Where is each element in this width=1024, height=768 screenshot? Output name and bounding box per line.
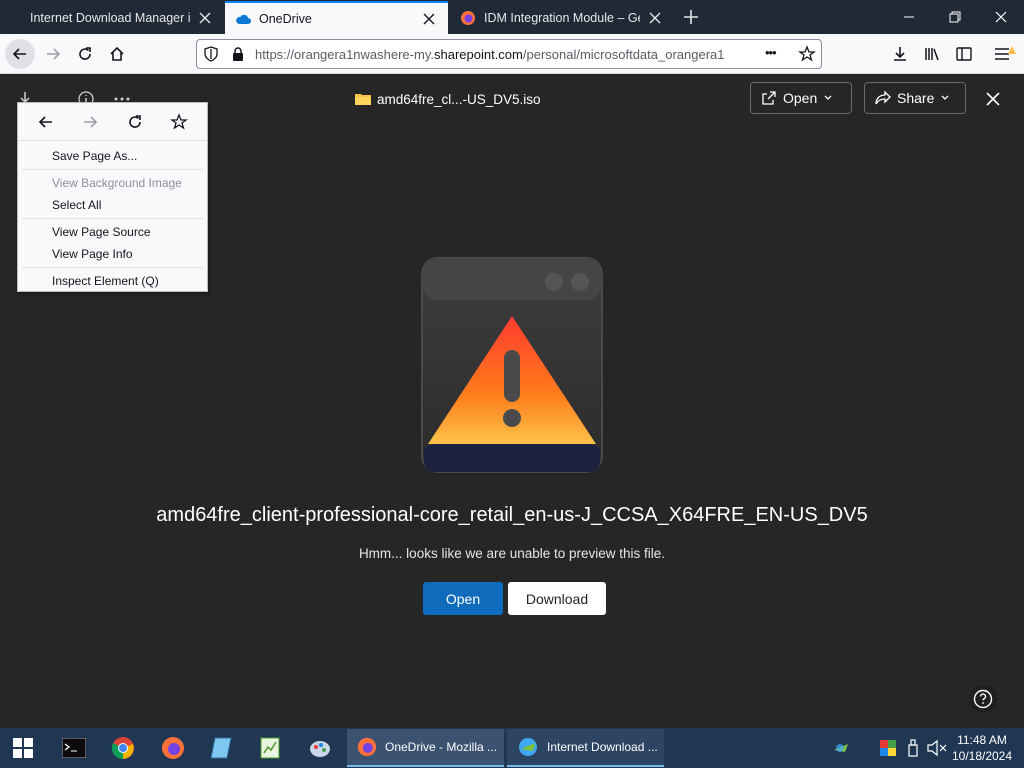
file-name: amd64fre_cl...-US_DV5.iso	[377, 92, 541, 107]
taskbar: OneDrive - Mozilla ... Internet Download…	[0, 728, 1024, 768]
taskbar-firefox-window[interactable]: OneDrive - Mozilla ...	[347, 729, 504, 767]
error-message: Hmm... looks like we are unable to previ…	[358, 546, 666, 561]
new-tab-plus-icon[interactable]	[680, 6, 702, 28]
library-icon[interactable]	[917, 39, 947, 69]
terminal-icon[interactable]	[59, 733, 89, 763]
tab-strip: Internet Download Manager is OneDrive ID…	[0, 0, 1024, 34]
page-icon	[10, 10, 20, 26]
tab-idm-site[interactable]: Internet Download Manager is	[0, 1, 224, 34]
address-bar[interactable]: https://orangera1nwashere-my.sharepoint.…	[196, 39, 822, 69]
open-dropdown-button[interactable]: Open	[750, 82, 852, 114]
lock-icon[interactable]	[231, 46, 245, 62]
menu-separator	[22, 169, 203, 170]
ctx-view-page-source[interactable]: View Page Source	[18, 221, 207, 243]
notebook-app-icon[interactable]	[207, 733, 237, 763]
idm-icon	[519, 738, 537, 756]
close-tab-icon[interactable]	[420, 10, 438, 28]
menu-hamburger-icon[interactable]	[990, 39, 1020, 69]
taskbar-task-label: OneDrive - Mozilla ...	[385, 740, 498, 754]
close-viewer-icon[interactable]	[983, 89, 1003, 109]
chevron-down-icon	[824, 95, 832, 100]
sidebar-icon[interactable]	[949, 39, 979, 69]
paint-app-icon[interactable]	[305, 733, 335, 763]
page-actions-ellipsis-icon[interactable]: •••	[765, 45, 777, 60]
ctx-save-page-as[interactable]: Save Page As...	[18, 145, 207, 167]
ctx-back-icon[interactable]	[24, 107, 68, 137]
context-menu: Save Page As... View Background Image Se…	[17, 102, 208, 292]
home-button[interactable]	[102, 39, 132, 69]
taskbar-idm-window[interactable]: Internet Download ...	[507, 729, 664, 767]
spreadsheet-app-icon[interactable]	[255, 733, 285, 763]
reload-button[interactable]	[70, 39, 100, 69]
share-icon	[875, 90, 891, 105]
download-file-button[interactable]: Download	[508, 582, 606, 615]
url-text[interactable]: https://orangera1nwashere-my.sharepoint.…	[255, 47, 755, 62]
share-label: Share	[897, 90, 935, 106]
onedrive-cloud-icon	[235, 11, 251, 27]
tab-title: IDM Integration Module – Get	[484, 10, 640, 25]
preview-error-illustration	[420, 254, 604, 476]
url-path: /personal/microsoftdata_orangera1	[522, 47, 725, 62]
clock-time: 11:48 AM	[957, 733, 1007, 747]
navigation-toolbar: https://orangera1nwashere-my.sharepoint.…	[0, 34, 1024, 74]
error-file-title: amd64fre_client-professional-core_retail…	[156, 504, 868, 526]
open-label: Open	[783, 90, 818, 106]
close-window-icon[interactable]	[978, 0, 1024, 34]
taskbar-task-label: Internet Download ...	[547, 740, 658, 754]
ctx-bookmark-star-icon[interactable]	[157, 107, 201, 137]
firefox-icon[interactable]	[158, 733, 188, 763]
minimize-icon[interactable]	[886, 0, 932, 34]
back-button[interactable]	[5, 39, 35, 69]
url-subdomain: orangera1nwashere-my.	[294, 47, 434, 62]
close-tab-icon[interactable]	[646, 9, 664, 27]
ctx-inspect-element[interactable]: Inspect Element (Q)	[18, 270, 207, 292]
restore-icon[interactable]	[932, 0, 978, 34]
ctx-view-background-image: View Background Image	[52, 176, 182, 190]
url-scheme: https://	[255, 47, 295, 62]
chrome-icon[interactable]	[108, 733, 138, 763]
tracking-shield-icon[interactable]	[203, 46, 219, 62]
chevron-down-icon	[941, 95, 949, 100]
tab-idm-module[interactable]: IDM Integration Module – Get	[450, 1, 674, 34]
context-menu-nav	[18, 103, 207, 141]
open-external-icon	[762, 91, 776, 105]
forward-button[interactable]	[38, 39, 68, 69]
file-type-icon	[355, 92, 371, 106]
open-file-button[interactable]: Open	[423, 582, 503, 615]
downloads-icon[interactable]	[885, 39, 915, 69]
menu-separator	[22, 267, 203, 268]
firefox-icon	[460, 10, 476, 26]
firefox-icon	[357, 737, 377, 757]
clock-date: 10/18/2024	[951, 749, 1013, 763]
share-dropdown-button[interactable]: Share	[864, 82, 966, 114]
tab-title: OneDrive	[259, 11, 312, 26]
tab-onedrive[interactable]: OneDrive	[225, 1, 448, 34]
menu-separator	[22, 218, 203, 219]
tab-title: Internet Download Manager is	[30, 10, 190, 25]
ctx-reload-icon[interactable]	[113, 107, 157, 137]
bookmark-star-icon[interactable]	[798, 45, 816, 63]
idm-tray-icon[interactable]	[826, 733, 856, 763]
ctx-forward-icon[interactable]	[68, 107, 112, 137]
ctx-view-page-info[interactable]: View Page Info	[18, 243, 207, 265]
help-icon[interactable]	[968, 684, 998, 714]
ctx-select-all[interactable]: Select All	[18, 194, 207, 216]
volume-muted-icon[interactable]	[922, 733, 952, 763]
close-tab-icon[interactable]	[196, 9, 214, 27]
url-domain: sharepoint.com	[433, 47, 523, 62]
system-clock[interactable]: 11:48 AM 10/18/2024	[950, 732, 1014, 764]
start-windows-icon[interactable]	[8, 733, 38, 763]
